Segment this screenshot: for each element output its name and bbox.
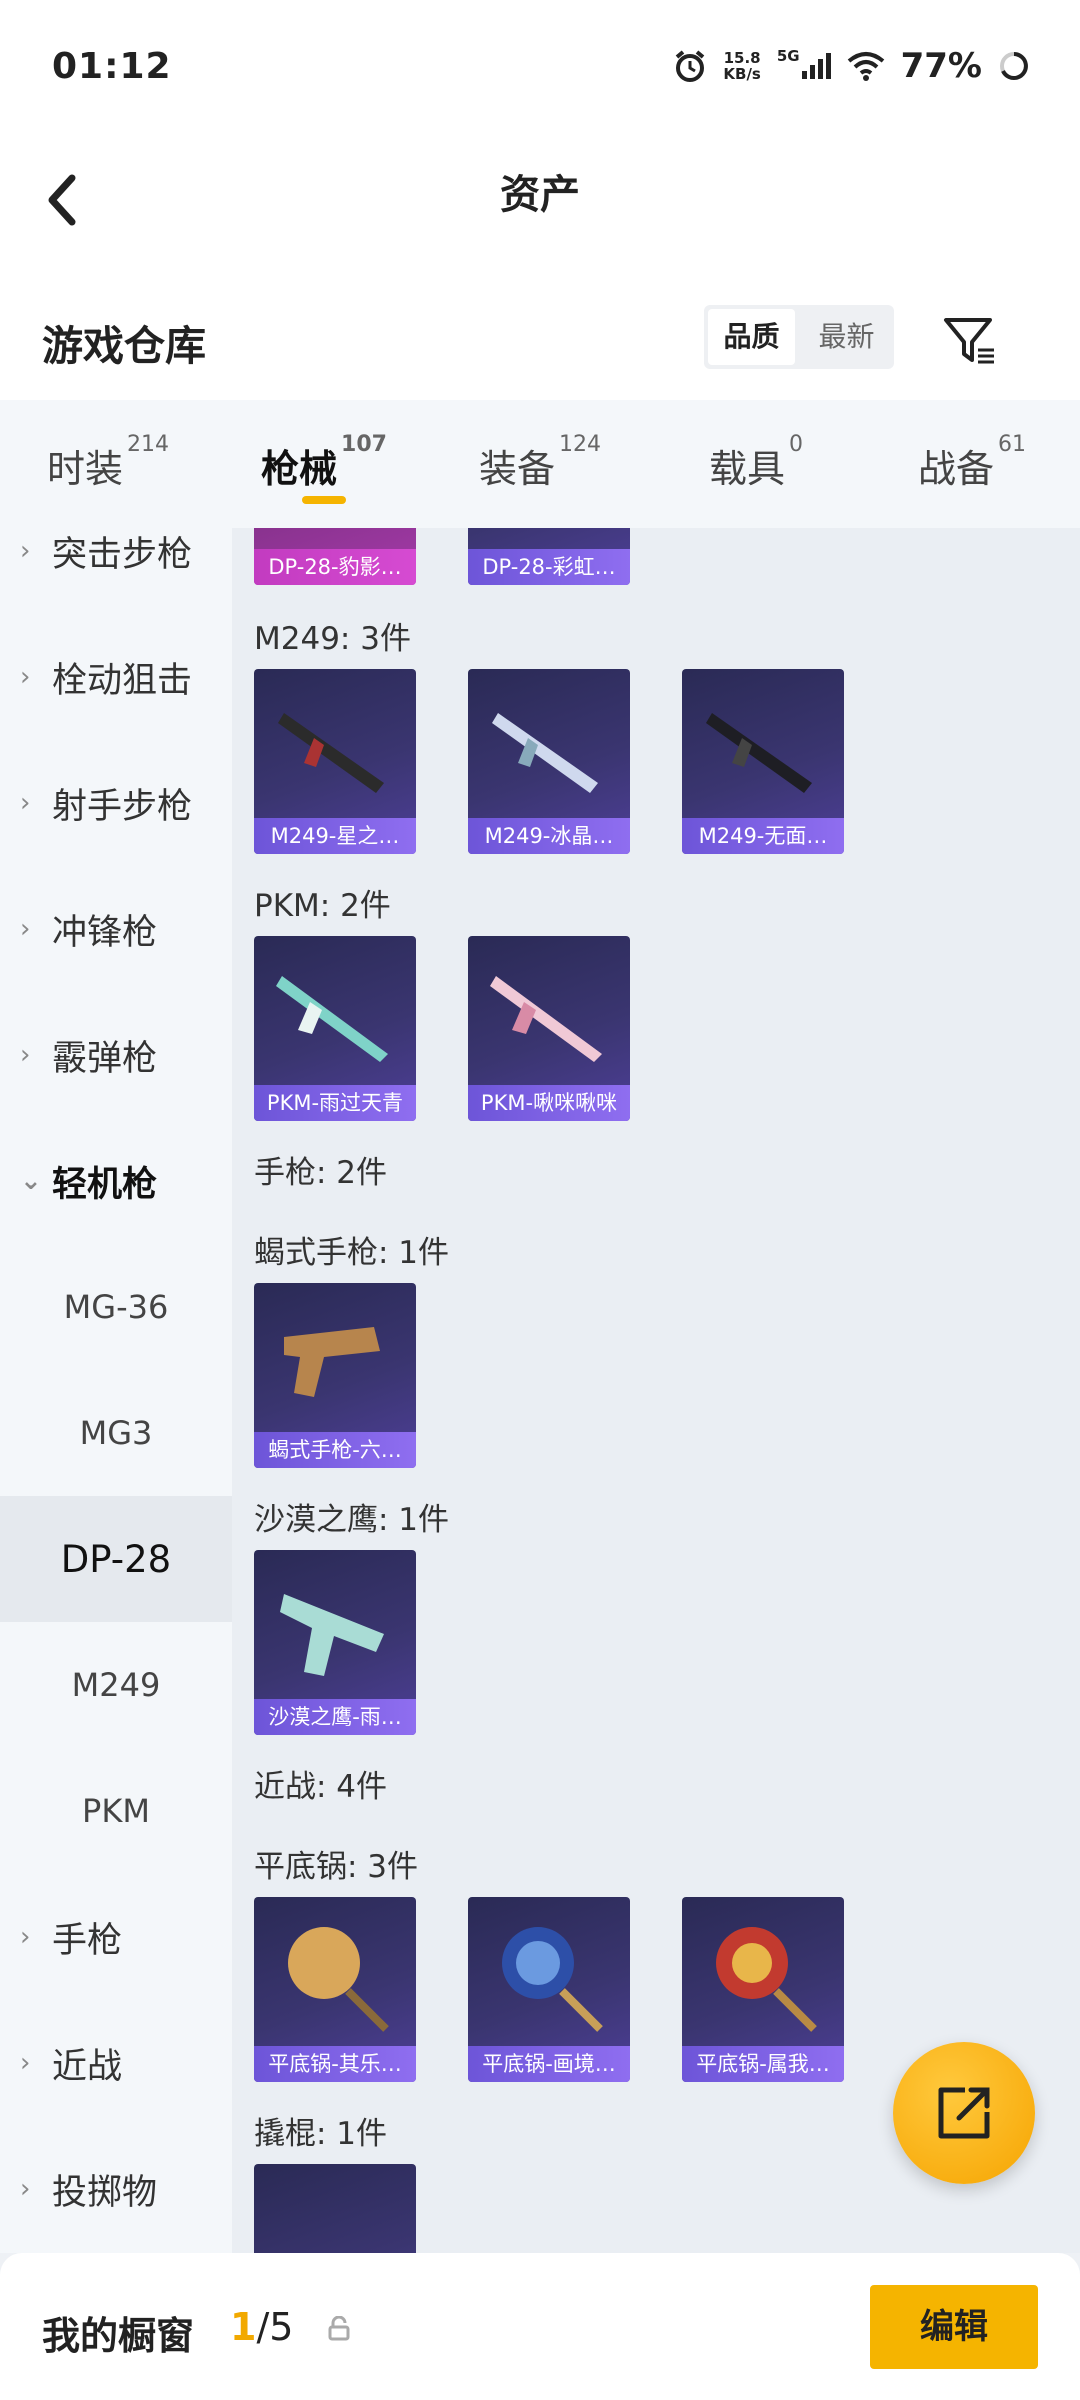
sidebar-item-shotgun[interactable]: › 霰弹枪 (0, 992, 232, 1118)
subsection-header: 蝎式手枪: 1件 (254, 1235, 450, 1271)
tab-equipment[interactable]: 装备124 (432, 400, 648, 528)
chevron-right-icon: › (20, 662, 31, 692)
sidebar-sub-mg3[interactable]: MG3 (0, 1370, 232, 1496)
status-time: 01:12 (52, 46, 172, 87)
sidebar-item-throwable[interactable]: › 投掷物 (0, 2126, 232, 2252)
item-card[interactable]: PKM-啾咪啾咪 (468, 936, 630, 1121)
section-header: 手枪: 2件 (254, 1155, 388, 1191)
item-card[interactable]: 平底锅-其乐… (254, 1897, 416, 2082)
chevron-right-icon: › (20, 1922, 31, 1952)
item-card[interactable]: M249-无面… (682, 669, 844, 854)
item-card[interactable]: PKM-雨过天青 (254, 936, 416, 1121)
machine-gun-image (490, 976, 602, 1062)
showcase-count: 1/5 (230, 2305, 294, 2349)
edit-button[interactable]: 编辑 (870, 2285, 1038, 2369)
chevron-right-icon: › (20, 2174, 31, 2204)
warehouse-header: 游戏仓库 品质 最新 (0, 260, 1080, 400)
lock-icon (328, 2316, 350, 2341)
page-title: 资产 (500, 172, 580, 218)
nav-bar: 资产 (0, 140, 1080, 260)
item-card[interactable]: 平底锅-画境… (468, 1897, 630, 2082)
category-tabs: 时装214 枪械107 装备124 载具0 战备61 (0, 400, 1080, 528)
battery-percent: 77% (900, 46, 982, 86)
item-list: DP-28-豹影… DP-28-彩虹… M249: 3件 M249-星之… M2… (232, 528, 1080, 2253)
chevron-down-icon: ⌄ (20, 1166, 42, 1196)
sidebar-item-pistol[interactable]: › 手枪 (0, 1874, 232, 2000)
section-header: PKM: 2件 (254, 888, 391, 924)
pan-image (716, 1927, 817, 2032)
sidebar-item-assault-rifle[interactable]: › 突击步枪 (0, 528, 232, 614)
subsection-header: 沙漠之鹰: 1件 (254, 1502, 450, 1538)
rifle-image (706, 713, 812, 793)
section-header: 近战: 4件 (254, 1769, 388, 1805)
pistol-image (280, 1594, 384, 1676)
sidebar-sub-m249[interactable]: M249 (0, 1622, 232, 1748)
filter-icon[interactable] (940, 310, 998, 368)
tab-fashion[interactable]: 时装214 (0, 400, 216, 528)
sidebar-sub-pkm[interactable]: PKM (0, 1748, 232, 1874)
sidebar-item-melee[interactable]: › 近战 (0, 2000, 232, 2126)
pan-image (288, 1927, 389, 2032)
chevron-right-icon: › (20, 536, 31, 566)
item-card[interactable]: 平底锅-属我… (682, 1897, 844, 2082)
chevron-right-icon: › (20, 2048, 31, 2078)
status-bar: 01:12 15.8 KB/s 5G 77% (0, 0, 1080, 140)
showcase-bar: 我的橱窗 1/5 编辑 (0, 2253, 1080, 2400)
signal-5g: 5G (777, 47, 831, 79)
signal-icon (801, 53, 831, 79)
section-header: M249: 3件 (254, 621, 411, 657)
sidebar-sub-mg36[interactable]: MG-36 (0, 1244, 232, 1370)
machine-gun-image (276, 976, 388, 1062)
chevron-right-icon: › (20, 788, 31, 818)
sidebar-item-marksman[interactable]: › 射手步枪 (0, 740, 232, 866)
battery-ring-icon (1000, 52, 1028, 80)
item-card[interactable]: DP-28-豹影… (254, 528, 416, 585)
tab-tactical[interactable]: 战备61 (864, 400, 1080, 528)
warehouse-title: 游戏仓库 (42, 322, 206, 370)
chevron-right-icon: › (20, 1040, 31, 1070)
chevron-right-icon: › (20, 914, 31, 944)
subsection-header: 平底锅: 3件 (254, 1849, 419, 1885)
tab-vehicles[interactable]: 载具0 (648, 400, 864, 528)
tab-guns[interactable]: 枪械107 (216, 400, 432, 528)
rifle-image (492, 713, 598, 793)
sort-toggle: 品质 最新 (704, 305, 894, 369)
pan-image (502, 1927, 603, 2032)
showcase-label: 我的橱窗 (42, 2314, 195, 2358)
sidebar-item-bolt-sniper[interactable]: › 栓动狙击 (0, 614, 232, 740)
item-card[interactable]: 蝎式手枪-六… (254, 1283, 416, 1468)
item-card[interactable]: M249-星之… (254, 669, 416, 854)
external-link-icon (938, 2087, 990, 2139)
sort-quality[interactable]: 品质 (708, 309, 795, 365)
sidebar-item-smg[interactable]: › 冲锋枪 (0, 866, 232, 992)
wifi-icon (847, 52, 884, 81)
item-card[interactable] (254, 2164, 416, 2253)
item-card[interactable]: M249-冰晶… (468, 669, 630, 854)
sidebar-item-lmg[interactable]: ⌄ 轻机枪 (0, 1118, 232, 1244)
sort-newest[interactable]: 最新 (803, 309, 890, 365)
sidebar: › 突击步枪 › 栓动狙击 › 射手步枪 › 冲锋枪 › 霰弹枪 ⌄ 轻机枪 MG-36 M… (0, 528, 232, 2253)
rifle-image (278, 713, 384, 793)
share-button[interactable] (893, 2042, 1035, 2184)
sidebar-sub-dp28[interactable]: DP-28 (0, 1496, 232, 1622)
alarm-icon (676, 50, 705, 82)
item-card[interactable]: DP-28-彩虹… (468, 528, 630, 585)
pistol-image (284, 1327, 380, 1397)
item-card[interactable]: 沙漠之鹰-雨… (254, 1550, 416, 1735)
network-speed: 15.8 KB/s (723, 49, 761, 83)
